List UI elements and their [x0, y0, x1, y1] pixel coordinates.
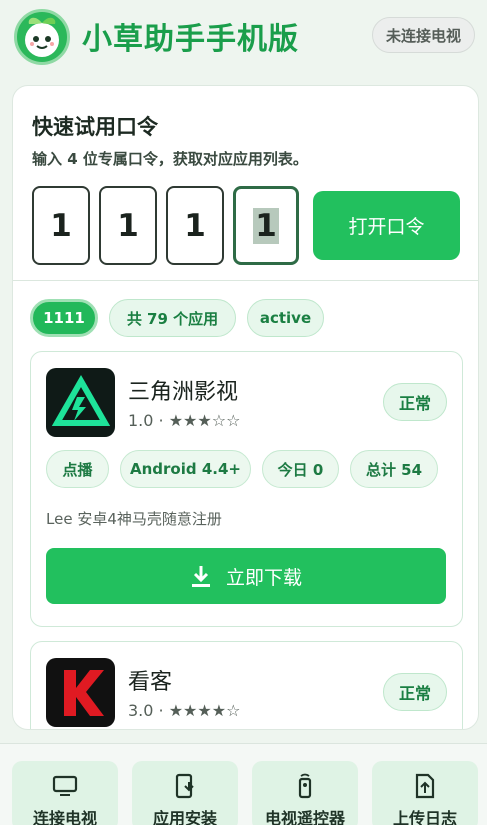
- download-button[interactable]: 立即下载: [46, 548, 446, 604]
- grass-mascot-icon: [14, 9, 70, 65]
- quick-trial-subtitle: 输入 4 位专属口令，获取对应应用列表。: [32, 150, 308, 168]
- k-app-icon: [46, 658, 115, 727]
- app-title: 小草助手手机版: [82, 22, 299, 57]
- status-chip: active: [247, 299, 324, 337]
- nav-label: 电视遥控器: [264, 809, 345, 825]
- app-rating: 3.0 · ★★★★☆: [128, 701, 241, 720]
- nav-connect-tv[interactable]: 连接电视: [12, 761, 118, 825]
- code-digit-4-value: 1: [253, 207, 279, 244]
- nav-label: 上传日志: [392, 809, 457, 825]
- nav-upload-log[interactable]: 上传日志: [372, 761, 478, 825]
- phone-install-icon: [174, 773, 196, 799]
- triangle-app-icon: [46, 368, 115, 437]
- download-label: 立即下载: [225, 566, 302, 589]
- tag-type: 点播: [46, 450, 109, 488]
- app-status-badge: 正常: [383, 383, 447, 421]
- app-name: 看客: [128, 670, 173, 695]
- open-code-button[interactable]: 打开口令: [313, 191, 460, 260]
- code-chip: 1111: [30, 299, 98, 337]
- tv-icon: [52, 773, 78, 799]
- quick-trial-title: 快速试用口令: [32, 115, 158, 139]
- app-card: 看客 3.0 · ★★★★☆ 正常: [30, 641, 463, 729]
- app-rating: 1.0 · ★★★☆☆: [128, 411, 241, 430]
- download-icon: [191, 566, 210, 587]
- code-digit-input-2[interactable]: 1: [99, 186, 157, 265]
- main-card: 快速试用口令 输入 4 位专属口令，获取对应应用列表。 1 1 1 1 打开口令…: [12, 85, 479, 730]
- tv-connection-status-button[interactable]: 未连接电视: [372, 17, 475, 53]
- nav-label: 应用安装: [152, 809, 217, 825]
- tag-android-version: Android 4.4+: [120, 450, 251, 488]
- tag-today-count: 今日 0: [262, 450, 339, 488]
- tag-total-count: 总计 54: [350, 450, 438, 488]
- code-digit-input-4[interactable]: 1: [233, 186, 299, 265]
- bottom-navigation: 连接电视 应用安装 电视遥控器 上传日志: [0, 743, 487, 825]
- upload-file-icon: [415, 773, 435, 799]
- app-description: Lee 安卓4神马壳随意注册: [46, 510, 222, 528]
- app-name: 三角洲影视: [128, 380, 239, 405]
- code-digit-input-3[interactable]: 1: [166, 186, 224, 265]
- app-count-chip: 共 79 个应用: [109, 299, 236, 337]
- remote-icon: [297, 773, 313, 799]
- app-card: 三角洲影视 1.0 · ★★★☆☆ 正常 点播 Android 4.4+ 今日 …: [30, 351, 463, 627]
- nav-tv-remote[interactable]: 电视遥控器: [252, 761, 358, 825]
- nav-app-install[interactable]: 应用安装: [132, 761, 238, 825]
- app-status-badge: 正常: [383, 673, 447, 711]
- divider: [13, 280, 478, 281]
- nav-label: 连接电视: [32, 809, 97, 825]
- code-digit-input-1[interactable]: 1: [32, 186, 90, 265]
- app-header: 小草助手手机版 未连接电视: [0, 0, 487, 74]
